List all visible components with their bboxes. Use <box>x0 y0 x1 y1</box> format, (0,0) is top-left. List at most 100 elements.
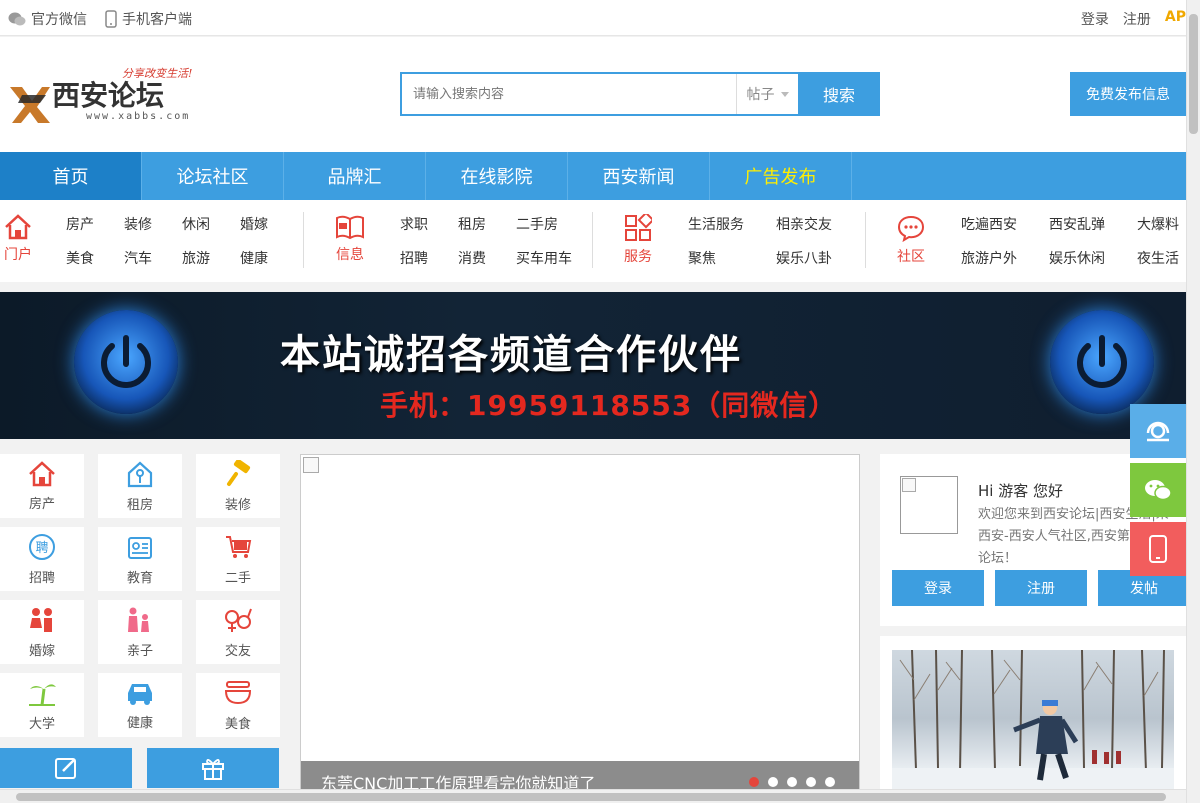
link-leisure[interactable]: 休闲 <box>182 214 240 248</box>
banner-phone: 手机：19959118553（同微信） <box>380 389 838 422</box>
nav-cinema[interactable]: 在线影院 <box>426 152 568 200</box>
link-outdoor[interactable]: 旅游户外 <box>961 248 1049 282</box>
partner-banner[interactable]: 本站诚招各频道合作伙伴 手机：19959118553（同微信） <box>0 292 1186 439</box>
slider-dot-1[interactable] <box>749 777 759 787</box>
search-type-select[interactable]: 帖子 <box>736 74 798 114</box>
channel-decoration[interactable]: 装修 <box>196 454 280 518</box>
search-button[interactable]: 搜索 <box>798 72 880 116</box>
gift-button[interactable] <box>147 748 279 788</box>
channel-education[interactable]: 教育 <box>98 527 182 591</box>
house-icon <box>29 460 55 486</box>
paint-roller-icon <box>227 459 251 486</box>
mobile-client-link[interactable]: 手机客户端 <box>105 9 192 29</box>
link-focus[interactable]: 聚焦 <box>688 248 776 282</box>
nav-advertise[interactable]: 广告发布 <box>710 152 852 200</box>
gender-icon <box>225 608 252 632</box>
wechat-icon <box>1145 480 1172 501</box>
home-icon <box>5 214 31 240</box>
link-gossip[interactable]: 娱乐八卦 <box>776 248 864 282</box>
user-greeting: Hi 游客 您好 <box>978 482 1063 500</box>
channel-label: 婚嫁 <box>28 643 55 659</box>
power-button-graphic <box>1050 310 1154 414</box>
category-info: 信息 求职 租房 二手房 招聘 消费 买车用车 <box>332 200 592 282</box>
channel-health[interactable]: 健康 <box>98 673 182 737</box>
id-card-icon <box>128 536 152 559</box>
channel-friends[interactable]: 交友 <box>196 600 280 664</box>
channel-wedding[interactable]: 婚嫁 <box>0 600 84 664</box>
slider-dot-4[interactable] <box>806 777 816 787</box>
category-info-label[interactable]: 信息 <box>336 244 364 264</box>
link-life-service[interactable]: 生活服务 <box>688 214 776 248</box>
official-wechat-link[interactable]: 官方微信 <box>8 9 87 29</box>
channel-food[interactable]: 美食 <box>196 673 280 737</box>
edit-icon <box>55 758 76 779</box>
category-service-label[interactable]: 服务 <box>624 246 652 266</box>
channel-second-hand[interactable]: 二手 <box>196 527 280 591</box>
slider-dot-3[interactable] <box>787 777 797 787</box>
link-buy-car[interactable]: 买车用车 <box>516 248 586 282</box>
channel-hire[interactable]: 聘 招聘 <box>0 527 84 591</box>
channel-label: 二手 <box>224 570 251 586</box>
link-health[interactable]: 健康 <box>240 248 298 282</box>
top-register-link[interactable]: 注册 <box>1123 9 1151 29</box>
channel-label: 房产 <box>28 496 55 512</box>
link-consumption[interactable]: 消费 <box>458 248 516 282</box>
top-login-link[interactable]: 登录 <box>1081 9 1109 29</box>
nav-forum[interactable]: 论坛社区 <box>142 152 284 200</box>
palm-tree-icon <box>29 683 56 706</box>
wechat-icon <box>8 12 26 26</box>
channel-property[interactable]: 房产 <box>0 454 84 518</box>
nav-brands[interactable]: 品牌汇 <box>284 152 426 200</box>
customer-service-button[interactable] <box>1130 404 1186 458</box>
category-portal-label[interactable]: 门户 <box>4 244 32 264</box>
vertical-scrollbar[interactable] <box>1186 0 1200 803</box>
link-decoration[interactable]: 装修 <box>124 214 182 248</box>
divider <box>592 212 593 268</box>
headset-icon <box>1146 421 1170 442</box>
slider-dot-2[interactable] <box>768 777 778 787</box>
channel-parenting[interactable]: 亲子 <box>98 600 182 664</box>
link-property[interactable]: 房产 <box>66 214 124 248</box>
avatar <box>900 476 958 534</box>
slider-dot-5[interactable] <box>825 777 835 787</box>
link-job-seeking[interactable]: 求职 <box>400 214 458 248</box>
link-car[interactable]: 汽车 <box>124 248 182 282</box>
link-dating[interactable]: 相亲交友 <box>776 214 864 248</box>
scrollbar-thumb[interactable] <box>1189 14 1198 134</box>
channel-rent[interactable]: 租房 <box>98 454 182 518</box>
free-publish-button[interactable]: 免费发布信息 <box>1070 72 1186 116</box>
mobile-float-button[interactable] <box>1130 522 1186 576</box>
link-renting[interactable]: 租房 <box>458 214 516 248</box>
category-community-label[interactable]: 社区 <box>897 246 925 266</box>
chevron-down-icon <box>780 91 789 97</box>
main-nav: 首页 论坛社区 品牌汇 在线影院 西安新闻 广告发布 <box>0 152 1186 200</box>
link-food[interactable]: 美食 <box>66 248 124 282</box>
link-eat-xian[interactable]: 吃遍西安 <box>961 214 1049 248</box>
channel-university[interactable]: 大学 <box>0 673 84 737</box>
panel-login-button[interactable]: 登录 <box>892 570 984 606</box>
featured-slider[interactable]: 东莞CNC加工工作原理看完你就知道了 <box>300 454 860 794</box>
link-entertainment[interactable]: 娱乐休闲 <box>1049 248 1137 282</box>
channel-label: 大学 <box>28 716 55 732</box>
link-second-hand-house[interactable]: 二手房 <box>516 214 586 248</box>
family-icon <box>128 607 149 632</box>
cart-icon <box>226 535 252 558</box>
featured-photo-card[interactable] <box>880 636 1186 803</box>
panel-register-button[interactable]: 注册 <box>995 570 1087 606</box>
wechat-float-button[interactable] <box>1130 463 1186 517</box>
search-input[interactable] <box>402 74 736 114</box>
scrollbar-thumb[interactable] <box>16 793 1166 801</box>
link-wedding[interactable]: 婚嫁 <box>240 214 298 248</box>
link-recruitment[interactable]: 招聘 <box>400 248 458 282</box>
link-xian-chat[interactable]: 西安乱弹 <box>1049 214 1137 248</box>
nav-news[interactable]: 西安新闻 <box>568 152 710 200</box>
horizontal-scrollbar[interactable] <box>0 789 1186 803</box>
app-download-link[interactable]: AP <box>1165 9 1186 29</box>
mobile-client-label: 手机客户端 <box>122 12 192 28</box>
top-bar: 官方微信 手机客户端 登录 注册 AP <box>0 0 1186 36</box>
write-post-button[interactable] <box>0 748 132 788</box>
channel-label: 美食 <box>224 716 251 732</box>
site-logo[interactable]: 西安论坛 分享改变生活! www.xabbs.com <box>8 65 218 125</box>
nav-home[interactable]: 首页 <box>0 152 142 200</box>
link-travel[interactable]: 旅游 <box>182 248 240 282</box>
